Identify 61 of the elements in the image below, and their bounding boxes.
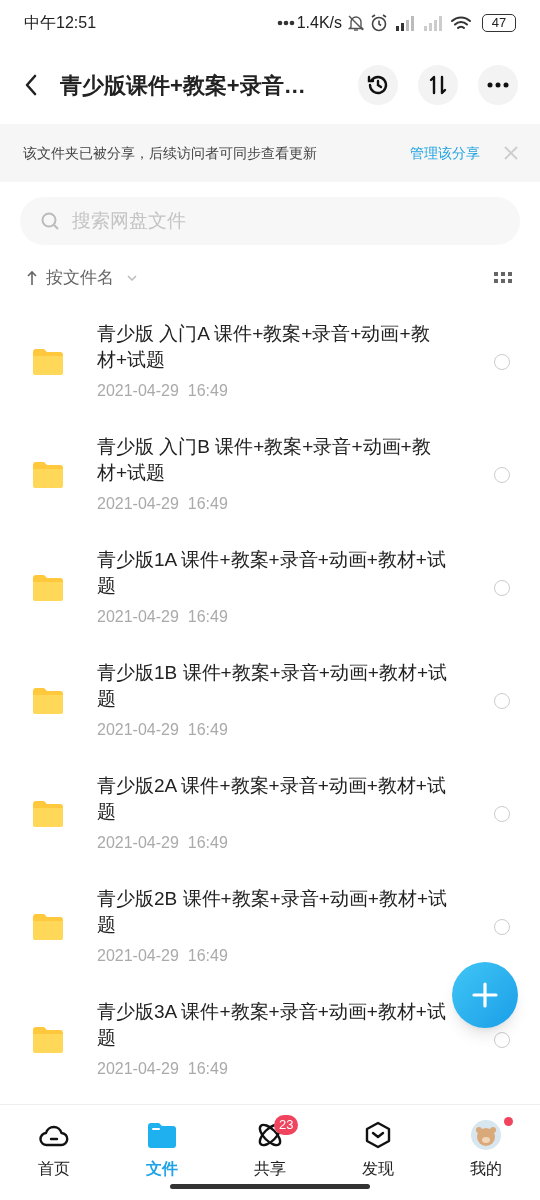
file-date: 2021-04-29 16:49	[97, 493, 229, 514]
up-arrow-icon	[26, 270, 38, 286]
home-indicator[interactable]	[170, 1184, 370, 1189]
sort-icon	[427, 74, 449, 96]
sort-order-button[interactable]	[418, 65, 458, 105]
page-title: 青少版课件+教案+录音…	[60, 71, 306, 100]
file-name: 青少版1B 课件+教案+录音+动画+教材+试题	[97, 660, 447, 711]
folder-icon	[33, 461, 63, 488]
file-name: 青少版 入门A 课件+教案+录音+动画+教材+试题	[97, 321, 431, 372]
folder-icon	[33, 348, 63, 375]
cube-icon	[365, 1119, 391, 1151]
file-name: 青少版2B 课件+教案+录音+动画+教材+试题	[97, 886, 447, 937]
file-row[interactable]: 青少版1B 课件+教案+录音+动画+教材+试题 2021-04-29 16:49	[0, 644, 540, 757]
file-name: 青少版 入门B 课件+教案+录音+动画+教材+试题	[97, 434, 432, 485]
nav-tab[interactable]: 首页	[0, 1119, 108, 1181]
file-date: 2021-04-29 16:49	[97, 719, 229, 740]
file-row[interactable]: 青少版 入门A 课件+教案+录音+动画+教材+试题 2021-04-29 16:49	[0, 305, 540, 418]
search-icon	[40, 211, 60, 231]
back-icon[interactable]	[24, 74, 38, 96]
file-date: 2021-04-29 16:49	[97, 380, 229, 401]
history-icon	[366, 73, 390, 97]
sort-button[interactable]: 按文件名	[26, 265, 138, 291]
file-date: 2021-04-29 16:49	[97, 945, 229, 966]
nav-tab[interactable]: 发现	[324, 1119, 432, 1181]
status-time: 中午12:51	[24, 13, 97, 33]
battery-icon: 47	[482, 14, 516, 32]
more-button[interactable]	[478, 65, 518, 105]
file-date: 2021-04-29 16:49	[97, 1058, 229, 1079]
file-date: 2021-04-29 16:49	[97, 606, 229, 627]
file-row[interactable]: 青少版1A 课件+教案+录音+动画+教材+试题 2021-04-29 16:49	[0, 531, 540, 644]
mute-bell-icon	[348, 14, 364, 32]
file-name: 青少版1A 课件+教案+录音+动画+教材+试题	[97, 547, 447, 598]
folder-icon	[33, 1026, 63, 1053]
grid-view-icon[interactable]	[494, 272, 512, 284]
signal-icon	[422, 14, 444, 32]
file-name: 青少版2A 课件+教案+录音+动画+教材+试题	[97, 773, 447, 824]
file-row[interactable]: 青少版3A 课件+教案+录音+动画+教材+试题 2021-04-29 16:49	[0, 983, 540, 1096]
add-button[interactable]	[452, 962, 518, 1028]
more-icon	[487, 82, 509, 88]
banner-text: 该文件夹已被分享，后续访问者可同步查看更新	[23, 143, 317, 163]
alarm-icon	[370, 14, 388, 32]
signal-icon	[394, 14, 416, 32]
count-badge: 23	[274, 1115, 299, 1135]
plus-icon	[471, 981, 499, 1009]
file-name: 青少版3A 课件+教案+录音+动画+教材+试题	[97, 999, 447, 1050]
avatar-icon	[470, 1119, 502, 1151]
file-row[interactable]: 青少版2A 课件+教案+录音+动画+教材+试题 2021-04-29 16:49	[0, 757, 540, 870]
file-date: 2021-04-29 16:49	[97, 832, 229, 853]
close-icon[interactable]	[504, 146, 518, 160]
folder-icon	[33, 913, 63, 940]
chevron-down-icon	[126, 274, 138, 282]
folder-icon	[33, 574, 63, 601]
folder-icon	[33, 687, 63, 714]
folder-icon	[33, 800, 63, 827]
history-button[interactable]	[358, 65, 398, 105]
nav-tab[interactable]: 我的	[432, 1119, 540, 1181]
wifi-icon	[450, 14, 472, 32]
file-row[interactable]: 青少版 入门B 课件+教案+录音+动画+教材+试题 2021-04-29 16:49	[0, 418, 540, 531]
file-row[interactable]: 青少版2B 课件+教案+录音+动画+教材+试题 2021-04-29 16:49	[0, 870, 540, 983]
dots-icon	[276, 20, 295, 26]
network-speed: 1.4K/s	[296, 13, 342, 33]
